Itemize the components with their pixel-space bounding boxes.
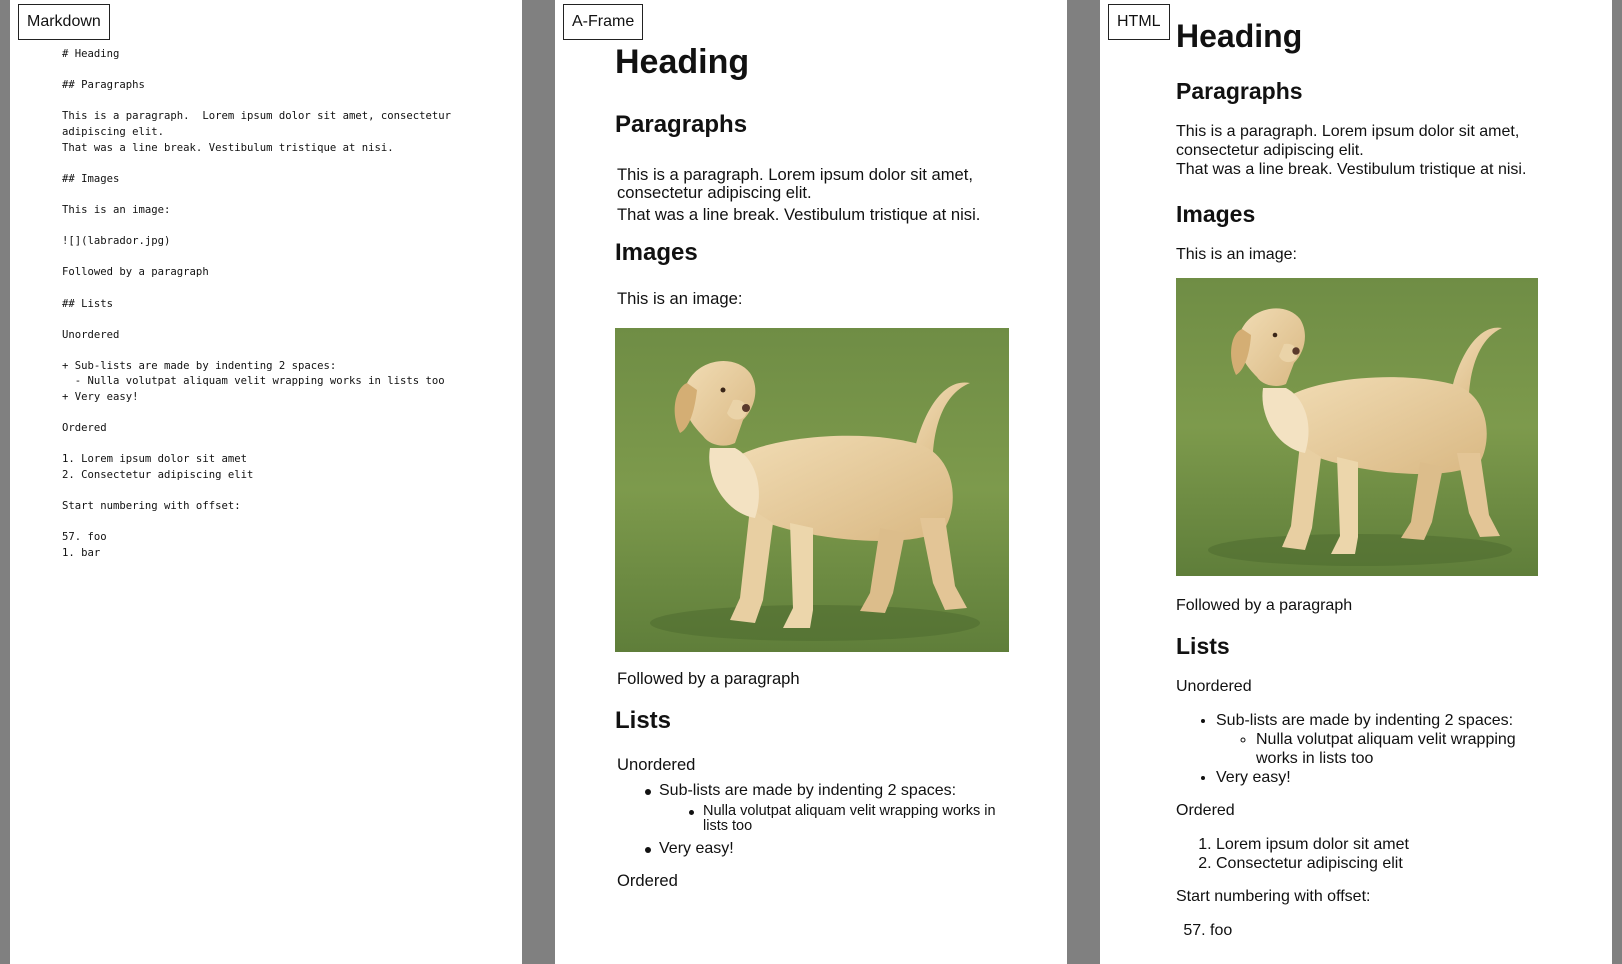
html-images-heading: Images <box>1176 201 1256 227</box>
html-ordered-list: Lorem ipsum dolor sit amet Consectetur a… <box>1176 835 1556 873</box>
list-item: Sub-lists are made by indenting 2 spaces… <box>1216 711 1556 768</box>
html-ul-sub-item1: Nulla volutpat aliquam velit wrapping wo… <box>1256 730 1556 768</box>
aframe-ul-item1: Sub-lists are made by indenting 2 spaces… <box>659 782 957 799</box>
html-lists-heading: Lists <box>1176 633 1230 659</box>
aframe-ul-item2: Very easy! <box>645 840 1010 858</box>
labrador-image <box>615 328 1009 652</box>
aframe-panel: A-Frame Heading Paragraphs This is a par… <box>555 0 1067 964</box>
aframe-ordered-label: Ordered <box>617 871 678 890</box>
aframe-paragraph-line2: That was a line break. Vestibulum tristi… <box>617 205 981 224</box>
aframe-tab[interactable]: A-Frame <box>563 4 644 40</box>
aframe-heading: Heading <box>615 43 750 81</box>
html-followed-paragraph: Followed by a paragraph <box>1176 597 1353 614</box>
html-ol-item2: Consectetur adipiscing elit <box>1216 854 1556 873</box>
html-image-intro: This is an image: <box>1176 246 1297 263</box>
markdown-panel: Markdown # Heading ## Paragraphs This is… <box>10 0 522 964</box>
aframe-sub-list: Nulla volutpat aliquam velit wrapping wo… <box>689 804 1010 834</box>
html-ul-item1: Sub-lists are made by indenting 2 spaces… <box>1216 712 1514 729</box>
html-ul-item2: Very easy! <box>1216 768 1556 787</box>
html-offset-list: foo <box>1176 921 1556 940</box>
aframe-lists-heading: Lists <box>615 707 672 734</box>
aframe-paragraph: This is a paragraph. Lorem ipsum dolor s… <box>617 166 1010 224</box>
html-heading: Heading <box>1176 18 1303 54</box>
aframe-images-heading: Images <box>615 239 698 266</box>
labrador-image <box>1176 278 1538 576</box>
aframe-image-intro: This is an image: <box>617 289 743 308</box>
markdown-source-text[interactable]: # Heading ## Paragraphs This is a paragr… <box>62 47 451 562</box>
html-paragraph: This is a paragraph. Lorem ipsum dolor s… <box>1176 122 1556 179</box>
html-unordered-label: Unordered <box>1176 678 1252 695</box>
html-offset-label: Start numbering with offset: <box>1176 888 1371 905</box>
html-ol-item1: Lorem ipsum dolor sit amet <box>1216 835 1556 854</box>
html-panel: HTML Heading Paragraphs This is a paragr… <box>1100 0 1612 964</box>
list-item: Sub-lists are made by indenting 2 spaces… <box>645 782 1010 834</box>
aframe-rendered-content: Heading Paragraphs This is a paragraph. … <box>615 38 1010 910</box>
aframe-followed-paragraph: Followed by a paragraph <box>617 669 800 688</box>
html-unordered-list: Sub-lists are made by indenting 2 spaces… <box>1176 711 1556 787</box>
html-paragraphs-heading: Paragraphs <box>1176 78 1303 104</box>
html-ordered-label: Ordered <box>1176 802 1235 819</box>
aframe-unordered-list: Sub-lists are made by indenting 2 spaces… <box>615 782 1010 858</box>
aframe-ul-sub-item1: Nulla volutpat aliquam velit wrapping wo… <box>689 804 1010 834</box>
html-tab[interactable]: HTML <box>1108 4 1170 40</box>
aframe-paragraphs-heading: Paragraphs <box>615 111 748 138</box>
html-sub-list: Nulla volutpat aliquam velit wrapping wo… <box>1216 730 1556 768</box>
html-offset-item1: foo <box>1210 921 1556 940</box>
html-paragraph-line1: This is a paragraph. Lorem ipsum dolor s… <box>1176 123 1520 159</box>
aframe-unordered-label: Unordered <box>617 755 696 774</box>
aframe-paragraph-line1: This is a paragraph. Lorem ipsum dolor s… <box>617 165 973 202</box>
html-rendered-content: Heading Paragraphs This is a paragraph. … <box>1176 16 1556 954</box>
html-paragraph-line2: That was a line break. Vestibulum tristi… <box>1176 161 1527 178</box>
markdown-tab[interactable]: Markdown <box>18 4 110 40</box>
